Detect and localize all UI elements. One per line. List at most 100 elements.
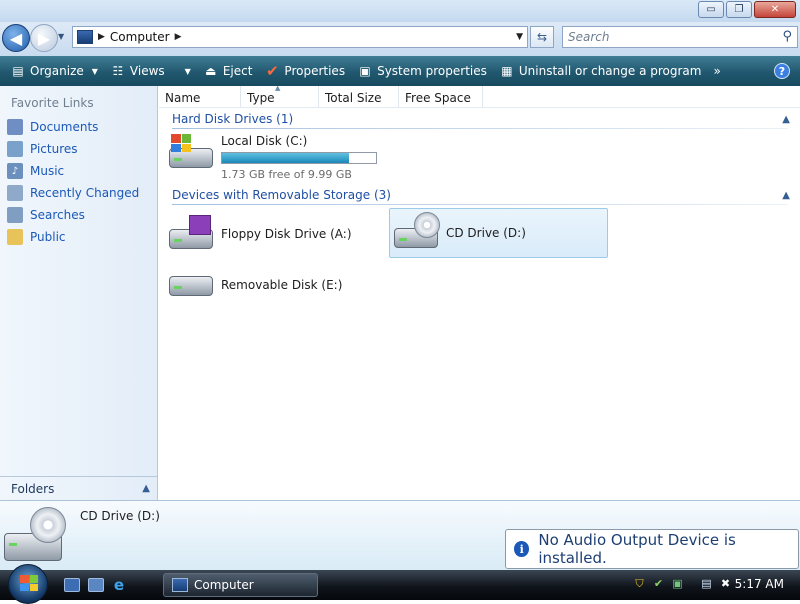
start-button[interactable] [8,564,48,604]
command-toolbar: ▤ Organize ▼ ☷ Views ▼ ⏏ Eject ✔ Propert… [0,56,800,86]
notification-text: No Audio Output Device is installed. [538,531,736,567]
taskbar-button-label: Computer [194,578,254,592]
toolbar-overflow-button[interactable]: » [707,59,726,83]
nav-link-documents[interactable]: Documents [0,116,157,138]
group-divider [172,204,788,205]
column-header-name[interactable]: Name [159,86,241,107]
folders-toggle[interactable]: Folders ▲ [0,476,158,500]
drive-removable-e[interactable]: Removable Disk (E:) [167,266,377,304]
search-input[interactable]: Search ⚲ [562,26,798,48]
collapse-group-icon[interactable]: ▲ [782,190,790,201]
nav-link-label: Recently Changed [30,186,140,200]
system-properties-label: System properties [377,64,487,78]
address-dropdown-icon[interactable]: ▼ [516,32,523,42]
network-icon[interactable]: ▤ [699,576,714,591]
recently-changed-icon [7,185,23,201]
switch-windows-icon[interactable] [88,578,104,592]
drive-local-disk-c[interactable]: Local Disk (C:) 1.73 GB free of 9.99 GB [167,134,387,181]
folder-icon [7,229,23,245]
minimize-button[interactable]: ▭ [698,1,724,18]
pictures-icon [7,141,23,157]
forward-button[interactable]: ▶ [30,24,58,52]
breadcrumb-arrow-icon[interactable]: ▶ [175,32,182,42]
history-dropdown-icon[interactable]: ▼ [58,32,64,41]
close-button[interactable]: ✕ [754,1,796,18]
views-label: Views [129,64,165,78]
title-bar: ▭ ❐ ✕ [0,0,800,22]
eject-label: Eject [222,64,253,78]
system-properties-icon: ▣ [359,64,371,78]
nav-link-public[interactable]: Public [0,226,157,248]
taskbar-clock[interactable]: 5:17 AM [735,577,784,591]
group-divider [172,128,788,129]
folders-label: Folders [11,481,55,496]
restore-button[interactable]: ❐ [726,1,752,18]
drive-name: CD Drive (D:) [446,226,526,240]
music-icon: ♪ [7,163,23,179]
group-header-hard-disk[interactable]: Hard Disk Drives (1) [172,112,293,126]
checkmark-icon: ✔ [266,62,279,80]
help-icon[interactable]: ? [774,63,790,79]
security-shield-icon[interactable]: ⛉ [632,576,647,591]
details-drive-name: CD Drive (D:) [80,509,160,523]
column-header-type[interactable]: ▲ Type [241,84,319,107]
floppy-drive-icon [167,215,215,253]
content-pane: Name ▲ Type Total Size Free Space Hard D… [159,84,800,500]
hard-drive-icon [167,134,215,172]
drive-name: Removable Disk (E:) [221,278,343,292]
column-headers: Name ▲ Type Total Size Free Space [159,84,800,108]
cd-drive-icon [392,212,440,252]
drive-name: Local Disk (C:) [221,134,308,148]
computer-icon [172,578,188,592]
refresh-button[interactable]: ⇆ [530,26,554,48]
computer-icon [77,30,93,44]
nav-link-recently-changed[interactable]: Recently Changed [0,182,157,204]
organize-label: Organize [30,64,84,78]
notification-balloon[interactable]: i No Audio Output Device is installed. [505,529,799,569]
system-properties-button[interactable]: ▣ System properties [351,59,493,83]
properties-button[interactable]: ✔ Properties [258,59,351,83]
disk-usage-fill [222,153,350,163]
search-placeholder: Search [568,30,610,44]
nav-link-music[interactable]: ♪ Music [0,160,157,182]
breadcrumb-arrow-icon[interactable]: ▶ [98,32,105,42]
eject-button[interactable]: ⏏ Eject [197,59,259,83]
removable-disk-icon [167,266,215,304]
back-button[interactable]: ◀ [2,24,30,52]
show-desktop-icon[interactable] [64,578,80,592]
group-header-removable[interactable]: Devices with Removable Storage (3) [172,188,391,202]
chevron-down-icon: ▼ [184,66,191,76]
taskbar: e Computer ⛉ ✔ ▣ ▤ ✖ 5:17 AM [0,564,800,604]
organize-button[interactable]: ▤ Organize ▼ [4,59,104,83]
views-icon: ☷ [112,64,124,78]
internet-explorer-icon[interactable]: e [111,576,127,594]
column-header-free-space[interactable]: Free Space [399,86,483,107]
breadcrumb-computer[interactable]: Computer [110,30,170,44]
windows-defender-icon[interactable]: ▣ [670,576,685,591]
nav-link-label: Public [30,230,66,244]
uninstall-program-button[interactable]: ▦ Uninstall or change a program [493,59,708,83]
nav-link-pictures[interactable]: Pictures [0,138,157,160]
nav-link-label: Documents [30,120,99,134]
collapse-group-icon[interactable]: ▲ [782,114,790,125]
windows-logo-icon [20,575,38,591]
drive-name: Floppy Disk Drive (A:) [221,227,352,241]
nav-link-label: Searches [30,208,85,222]
system-tray: ⛉ ✔ ▣ ▤ ✖ [632,576,733,591]
search-icon[interactable]: ⚲ [782,29,792,44]
free-space-text: 1.73 GB free of 9.99 GB [221,168,352,181]
taskbar-button-computer[interactable]: Computer [163,573,318,597]
info-icon: i [514,541,530,557]
drive-floppy-a[interactable]: Floppy Disk Drive (A:) [167,210,377,258]
cd-drive-icon [4,507,66,565]
address-box[interactable]: ▶ Computer ▶ ▼ [72,26,528,48]
volume-muted-icon[interactable]: ✖ [718,576,733,591]
nav-link-searches[interactable]: Searches [0,204,157,226]
window-controls: ▭ ❐ ✕ [698,1,796,18]
favorite-links-heading: Favorite Links [11,96,94,110]
views-button[interactable]: ☷ Views ▼ [104,59,197,83]
column-header-total-size[interactable]: Total Size [319,86,399,107]
drive-cd-d[interactable]: CD Drive (D:) [389,208,608,258]
disk-usage-bar [221,152,377,164]
network-status-icon[interactable]: ✔ [651,576,666,591]
